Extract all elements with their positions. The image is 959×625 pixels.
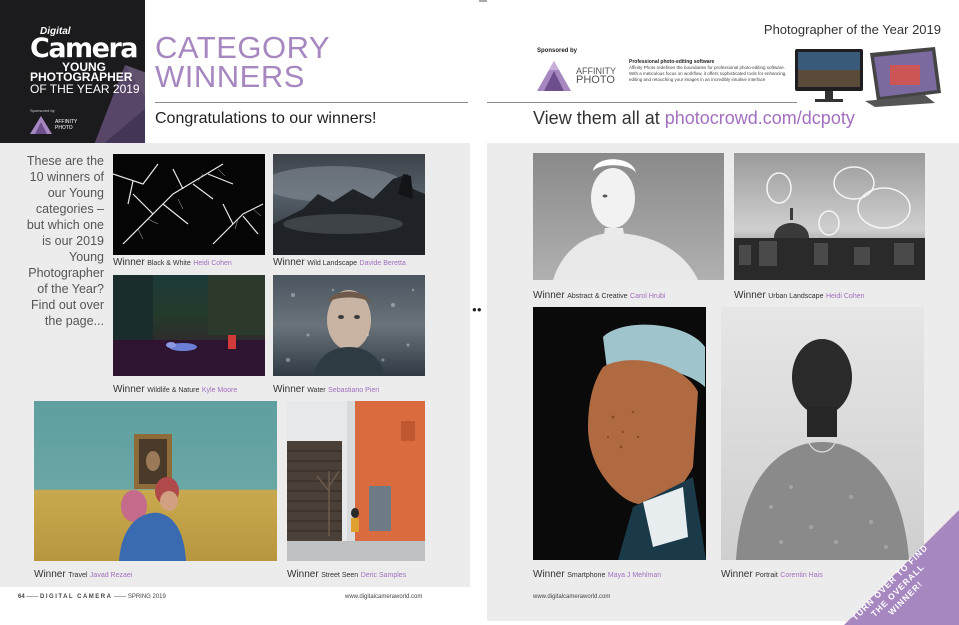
masthead-sponsor-label: Sponsored by [30, 108, 55, 113]
folio-issue: SPRING 2019 [127, 594, 166, 600]
caption-wildlife-nature: Winner Wildlife & Nature Kyle Moore [113, 384, 238, 395]
masthead: Digital Camera YOUNG PHOTOGRAPHER OF THE… [0, 0, 145, 143]
affinity-photo-logo: AFFINITY PHOTO [537, 61, 616, 91]
caption-street-seen: Winner Street Seen Deric Samples [287, 569, 407, 580]
masthead-year: OF THE YEAR 2019 [30, 82, 140, 96]
sponsor-ad: Sponsored by AFFINITY PHOTO Professional… [537, 45, 941, 107]
photo-smartphone [533, 307, 706, 560]
photo-wildlife-nature [113, 275, 265, 376]
caption-black-white: Winner Black & White Heidi Cohen [113, 257, 232, 268]
sponsor-description: Affinity Photo redefines the boundaries … [629, 65, 787, 82]
masthead-affinity-logo: AFFINITY PHOTO [30, 116, 85, 134]
caption-wild-landscape: Winner Wild Landscape Davide Beretta [273, 257, 406, 268]
left-folio-website: www.digitalcameraworld.com [345, 594, 423, 600]
photocrowd-link[interactable]: photocrowd.com/dcpoty [665, 108, 855, 128]
caption-portrait: Winner Portrait Corentin Hais [721, 569, 823, 580]
headline-line-1: CATEGORY [155, 30, 331, 65]
left-page: Digital Camera YOUNG PHOTOGRAPHER OF THE… [0, 0, 472, 625]
gutter-mark [479, 0, 487, 2]
photo-urban-landscape [734, 153, 925, 280]
folio-magazine: DIGITAL CAMERA [40, 594, 113, 600]
masthead-logo-text: AFFINITY PHOTO [55, 119, 78, 131]
headline-line-2: WINNERS [155, 59, 305, 94]
sponsor-label: Sponsored by [537, 48, 578, 54]
affinity-icon [537, 61, 571, 91]
photo-wild-landscape [273, 154, 425, 255]
subhead: Congratulations to our winners! [155, 110, 377, 127]
left-folio: 64 —— DIGITAL CAMERA —— SPRING 2019 [18, 594, 166, 600]
caption-smartphone: Winner Smartphone Maya J Mehlman [533, 569, 662, 580]
view-them-all: View them all at photocrowd.com/dcpoty [533, 108, 855, 128]
magazine-spread: Digital Camera YOUNG PHOTOGRAPHER OF THE… [0, 0, 959, 625]
page-headline: CATEGORY WINNERS [155, 30, 415, 94]
right-folio-website: www.digitalcameraworld.com [533, 594, 611, 600]
intro-text: These are the 10 winners of our Young ca… [26, 154, 104, 328]
headline-rule [155, 102, 468, 103]
caption-urban-landscape: Winner Urban Landscape Heidi Cohen [734, 290, 865, 301]
software-devices-image [795, 47, 941, 107]
photo-black-white [113, 154, 265, 255]
photo-water [273, 275, 425, 376]
caption-abstract-creative: Winner Abstract & Creative Carol Hrubi [533, 290, 666, 301]
right-rule [487, 102, 797, 103]
photo-street-seen [287, 401, 425, 561]
right-page-title: Photographer of the Year 2019 [763, 22, 941, 37]
caption-water: Winner Water Sebastiano Pieri [273, 384, 380, 395]
right-page: Photographer of the Year 2019 Sponsored … [487, 0, 959, 625]
gutter-bullets: ●● [472, 305, 482, 314]
page-number: 64 [18, 594, 25, 600]
caption-travel: Winner Travel Javad Rezaei [34, 569, 133, 580]
affinity-icon [30, 116, 52, 134]
affinity-logo-text: AFFINITY PHOTO [576, 66, 616, 86]
photo-abstract-creative [533, 153, 724, 280]
photo-travel [34, 401, 277, 561]
